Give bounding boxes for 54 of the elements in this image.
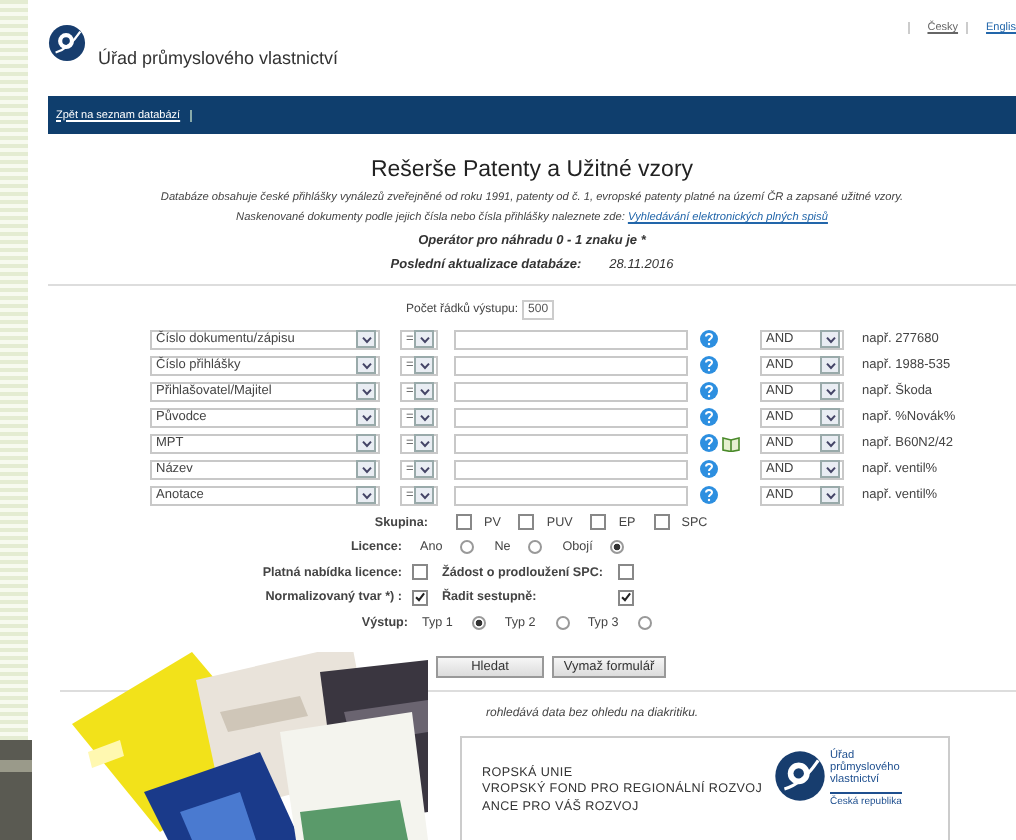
- input-field[interactable]: [454, 381, 688, 401]
- logo-icon[interactable]: [48, 24, 86, 62]
- help-icon[interactable]: [700, 434, 718, 452]
- page-heading: Rešerše Patenty a Užitné vzory: [370, 158, 694, 182]
- caret-icon: [825, 413, 835, 421]
- input-field[interactable]: [454, 407, 688, 427]
- caret-icon: [361, 413, 371, 421]
- caret-icon: [419, 387, 429, 395]
- help-icon[interactable]: [700, 382, 718, 400]
- help-icon[interactable]: [700, 330, 718, 348]
- radio-button[interactable]: [460, 540, 475, 555]
- caret-icon: [361, 491, 371, 499]
- input-field[interactable]: [454, 329, 688, 349]
- caret-icon: [361, 387, 371, 395]
- caret-icon: [825, 439, 835, 447]
- caret-icon: [825, 387, 835, 395]
- caret-icon: [419, 491, 429, 499]
- checkbox[interactable]: [518, 514, 535, 531]
- caret-icon: [361, 465, 371, 473]
- input-field[interactable]: [454, 355, 688, 375]
- book-icon[interactable]: [722, 435, 740, 451]
- radio-button[interactable]: [610, 540, 625, 555]
- caret-icon: [825, 335, 835, 343]
- checkbox[interactable]: [590, 514, 607, 531]
- caret-icon: [825, 465, 835, 473]
- caret-icon: [825, 361, 835, 369]
- radio-button[interactable]: [638, 615, 653, 630]
- help-icon[interactable]: [700, 486, 718, 504]
- caret-icon: [419, 465, 429, 473]
- caret-icon: [361, 335, 371, 343]
- site-title: Úřad průmyslového vlastnictví: [98, 48, 339, 68]
- input-field[interactable]: [454, 459, 688, 479]
- caret-icon: [419, 361, 429, 369]
- radio-button[interactable]: [528, 540, 543, 555]
- checkbox[interactable]: [412, 564, 428, 581]
- checkbox[interactable]: [456, 514, 472, 531]
- help-icon[interactable]: [700, 460, 718, 478]
- help-icon[interactable]: [700, 356, 718, 374]
- caret-icon: [419, 413, 429, 421]
- checkbox[interactable]: [618, 564, 634, 581]
- radio-button[interactable]: [555, 615, 570, 630]
- logo-icon: [774, 749, 826, 801]
- caret-icon: [825, 491, 835, 499]
- input-field[interactable]: [454, 433, 688, 453]
- caret-icon: [419, 335, 429, 343]
- caret-icon: [361, 439, 371, 447]
- caret-icon: [361, 361, 371, 369]
- help-icon[interactable]: [700, 408, 718, 426]
- checkbox[interactable]: [412, 589, 428, 606]
- radio-button[interactable]: [472, 615, 487, 630]
- caret-icon: [419, 439, 429, 447]
- input-field[interactable]: [454, 485, 688, 505]
- checkbox[interactable]: [653, 514, 670, 531]
- checkbox[interactable]: [618, 589, 634, 606]
